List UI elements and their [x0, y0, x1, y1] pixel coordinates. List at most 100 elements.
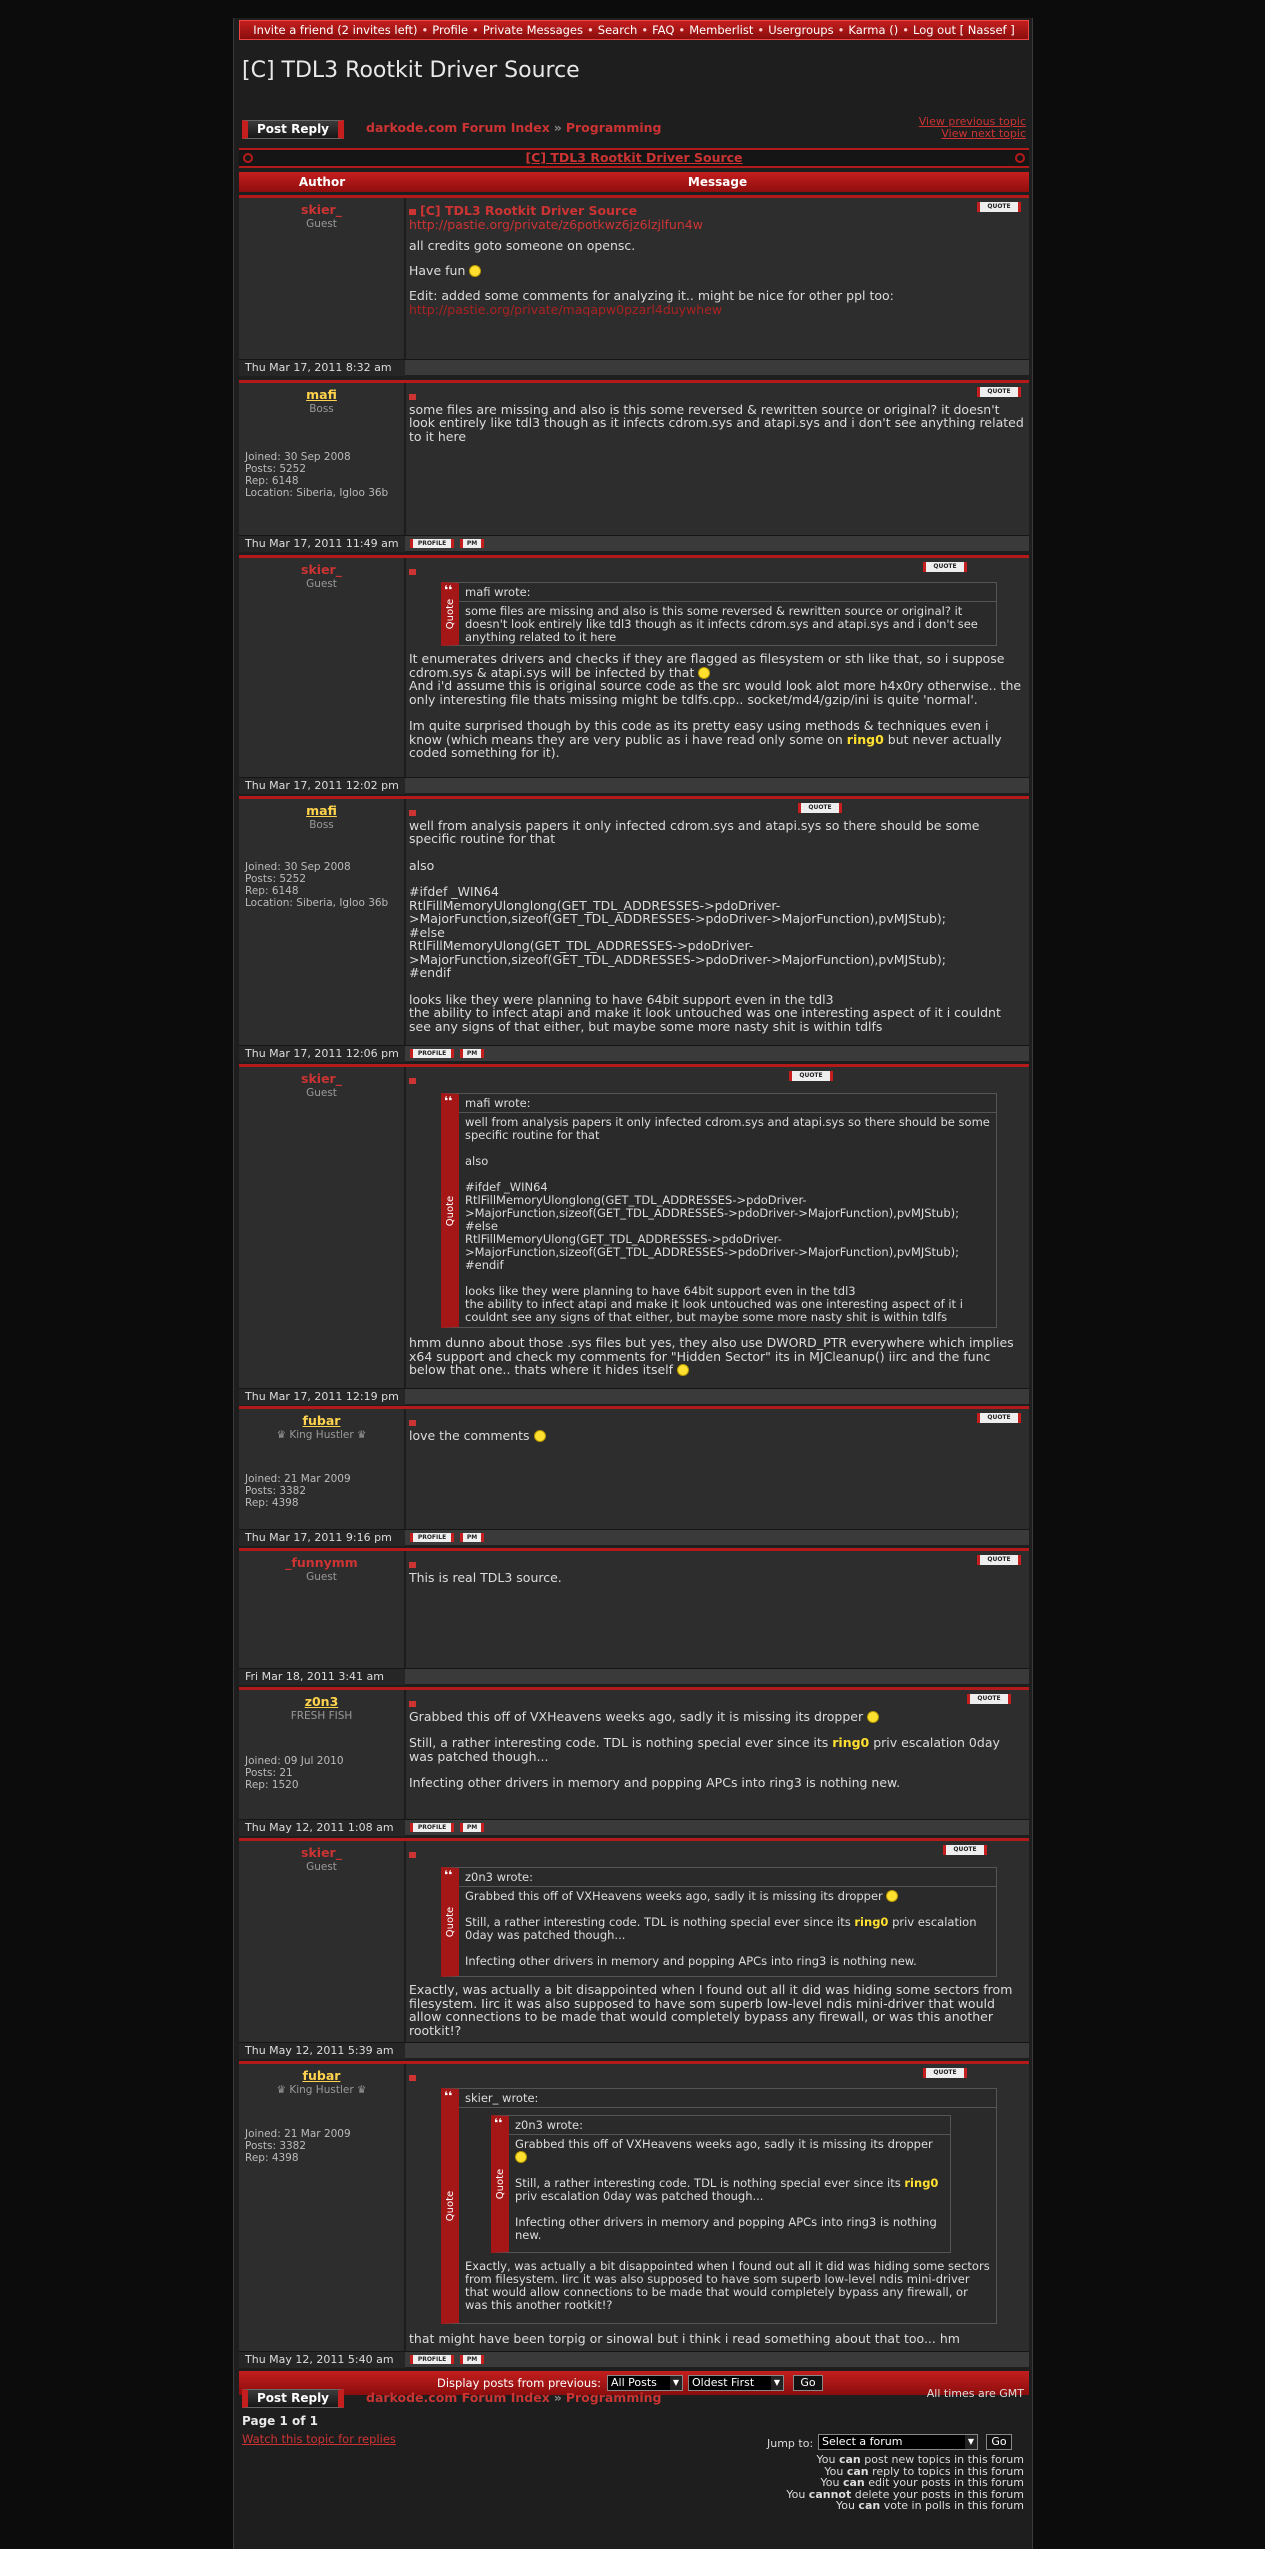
post-author-rank: ♛ King Hustler ♛: [276, 1429, 367, 1441]
post-2: mafi Boss Joined: 30 Sep 2008 Posts: 525…: [239, 380, 1029, 552]
post-author-rank: FRESH FISH: [290, 1710, 353, 1722]
post-author-panel: _funnymm Guest: [239, 1551, 405, 1668]
post-author-panel: mafi Boss Joined: 30 Sep 2008 Posts: 525…: [239, 799, 405, 1045]
post-body-panel: QUOTE Grabbed this off of VXHeavens week…: [406, 1690, 1029, 1819]
topic-title-bar: [C] TDL3 Rootkit Driver Source: [239, 148, 1029, 168]
post-author-rank: Boss: [309, 403, 334, 415]
nav-karma[interactable]: Karma (): [848, 23, 898, 37]
pm-button[interactable]: PM: [460, 1823, 484, 1832]
nav-usergroups[interactable]: Usergroups: [768, 23, 833, 37]
topic-title-link[interactable]: [C] TDL3 Rootkit Driver Source: [525, 150, 742, 165]
post-author-panel: skier_ Guest: [239, 198, 405, 359]
post-reply-button[interactable]: Post Reply: [242, 120, 344, 139]
post-author-panel: skier_ Guest: [239, 1067, 405, 1388]
post-footer: Thu Mar 17, 2011 12:02 pm: [239, 777, 1029, 794]
post-body-panel: QUOTE Quote ❛❛ mafi wrote: some files ar…: [406, 558, 1029, 777]
quote-author: z0n3 wrote:: [459, 1868, 996, 1887]
post-body: [409, 2070, 1025, 2084]
smiley-icon: [469, 264, 482, 277]
smiley-icon: [677, 1364, 690, 1376]
view-next-topic-link[interactable]: View next topic: [919, 128, 1026, 140]
pm-button[interactable]: PM: [460, 1049, 484, 1058]
quote-text: some files are missing and also is this …: [465, 604, 978, 644]
jump-go-button[interactable]: Go: [986, 2434, 1012, 2450]
watch-topic-link[interactable]: Watch this topic for replies: [242, 2432, 396, 2446]
profile-button[interactable]: PROFILE: [410, 1823, 454, 1832]
post-author-name[interactable]: fubar: [239, 1413, 404, 1428]
post-author-name[interactable]: skier_: [239, 202, 404, 217]
post-date: Thu Mar 17, 2011 12:19 pm: [239, 1389, 405, 1405]
post-author-name[interactable]: skier_: [239, 1071, 404, 1086]
post-body-panel: QUOTE [C] TDL3 Rootkit Driver Source htt…: [406, 198, 1029, 359]
post-icon: [409, 809, 416, 816]
quote-block-outer: Quote ❛❛ skier_ wrote: Quote ❛❛ z0n3 wro…: [441, 2088, 997, 2324]
post-author-panel: skier_ Guest: [239, 558, 405, 777]
post-author-name[interactable]: fubar: [239, 2068, 404, 2083]
nav-profile[interactable]: Profile: [432, 23, 468, 37]
profile-button[interactable]: PROFILE: [410, 1533, 454, 1542]
post-author-panel: mafi Boss Joined: 30 Sep 2008 Posts: 525…: [239, 383, 405, 535]
quote-block: Quote ❛❛ z0n3 wrote: Grabbed this off of…: [441, 1867, 997, 1977]
quote-mark-icon: ❛❛: [444, 583, 453, 597]
quote-text: Grabbed this off of VXHeavens weeks ago,…: [515, 2137, 939, 2242]
post-body: well from analysis papers it only infect…: [409, 805, 1025, 1033]
post-date: Thu May 12, 2011 5:40 am: [239, 2352, 405, 2368]
post-date: Thu May 12, 2011 5:39 am: [239, 2043, 405, 2059]
post-body-panel: QUOTE This is real TDL3 source.: [406, 1551, 1029, 1668]
nav-logout[interactable]: Log out [ Nassef ]: [913, 23, 1015, 37]
pm-button[interactable]: PM: [460, 1533, 484, 1542]
pm-button[interactable]: PM: [460, 539, 484, 548]
breadcrumb-bottom: darkode.com Forum Index» Programming: [366, 2390, 662, 2405]
breadcrumb-programming[interactable]: Programming: [566, 2390, 662, 2405]
post-author-rank: Guest: [306, 1087, 337, 1099]
comments-link[interactable]: http://pastie.org/private/maqapw0pzarl4d…: [409, 302, 722, 317]
posts-range-select[interactable]: All Posts ▼: [607, 2375, 683, 2391]
post-icon: [409, 1419, 416, 1426]
breadcrumb-programming[interactable]: Programming: [566, 120, 662, 135]
nav-memberlist[interactable]: Memberlist: [689, 23, 753, 37]
profile-button[interactable]: PROFILE: [410, 1049, 454, 1058]
profile-button[interactable]: PROFILE: [410, 2355, 454, 2364]
post-icon: [409, 2074, 416, 2081]
post-author-name[interactable]: skier_: [239, 562, 404, 577]
nav-invite[interactable]: Invite a friend (2 invites left): [253, 23, 417, 37]
post-icon: [409, 1851, 416, 1858]
post-date: Fri Mar 18, 2011 3:41 am: [239, 1669, 405, 1685]
display-go-button[interactable]: Go: [793, 2375, 823, 2391]
jump-to-forum-select[interactable]: Select a forum ▼: [818, 2434, 978, 2450]
post-author-stats: Joined: 30 Sep 2008 Posts: 5252 Rep: 614…: [245, 451, 389, 499]
nav-search[interactable]: Search: [598, 23, 638, 37]
pagination: Page 1 of 1: [242, 2414, 318, 2428]
profile-button[interactable]: PROFILE: [410, 539, 454, 548]
post-author-name[interactable]: skier_: [239, 1845, 404, 1860]
nav-private-messages[interactable]: Private Messages: [483, 23, 583, 37]
post-body: love the comments: [409, 1415, 1025, 1442]
nav-faq[interactable]: FAQ: [652, 23, 674, 37]
posts-table-header: Author Message: [239, 172, 1029, 192]
chevron-down-icon: ▼: [670, 2376, 682, 2390]
pm-button[interactable]: PM: [460, 2355, 484, 2364]
post-author-name[interactable]: z0n3: [239, 1694, 404, 1709]
breadcrumb-forum-index[interactable]: darkode.com Forum Index: [366, 2390, 550, 2405]
breadcrumb-forum-index[interactable]: darkode.com Forum Index: [366, 120, 550, 135]
post-author-name[interactable]: mafi: [239, 803, 404, 818]
post-author-name[interactable]: _funnymm: [239, 1555, 404, 1570]
pastie-link[interactable]: http://pastie.org/private/z6potkwz6jz6lz…: [409, 217, 703, 232]
post-footer: Thu May 12, 2011 5:39 am: [239, 2042, 1029, 2059]
quote-block: Quote ❛❛ mafi wrote: well from analysis …: [441, 1093, 997, 1328]
post-reply-button-bottom[interactable]: Post Reply: [242, 2389, 344, 2408]
breadcrumb: darkode.com Forum Index» Programming: [366, 120, 662, 135]
post-author-rank: Guest: [306, 578, 337, 590]
post-body: [409, 1073, 1025, 1087]
post-date: Thu May 12, 2011 1:08 am: [239, 1820, 405, 1836]
quote-mark-icon: ❛❛: [494, 2116, 503, 2130]
sort-order-select[interactable]: Oldest First ▼: [688, 2375, 784, 2391]
post-footer: Thu May 12, 2011 5:40 am PROFILE PM: [239, 2351, 1029, 2368]
post-body-text: Exactly, was actually a bit disappointed…: [409, 1982, 1013, 2038]
post-icon: [409, 393, 416, 400]
post-body: This is real TDL3 source.: [409, 1557, 1025, 1584]
post-body-text: hmm dunno about those .sys files but yes…: [409, 1335, 1014, 1377]
post-author-name[interactable]: mafi: [239, 387, 404, 402]
post-5: skier_ Guest QUOTE Quote ❛❛ mafi wrote: …: [239, 1064, 1029, 1405]
post-author-rank: Boss: [309, 819, 334, 831]
